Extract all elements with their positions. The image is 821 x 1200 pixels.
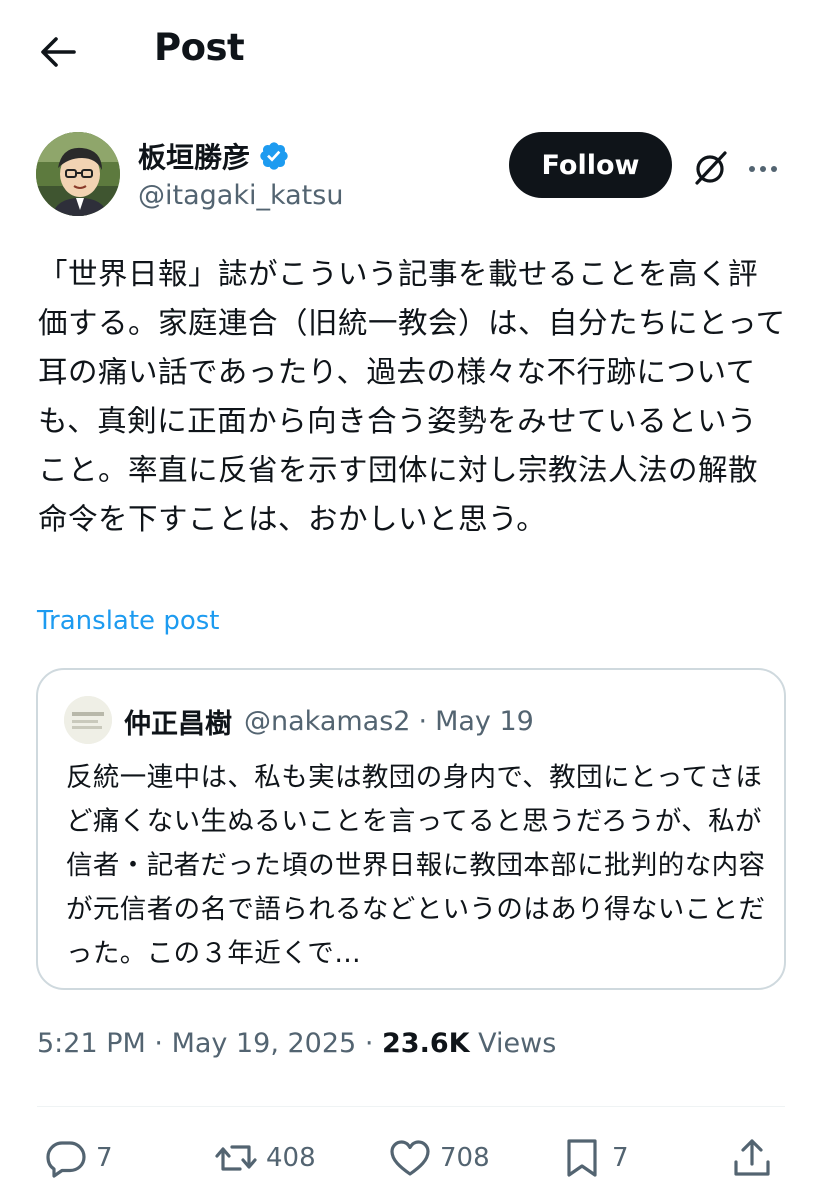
like-count: 708 (440, 1143, 490, 1173)
bookmark-count: 7 (612, 1143, 629, 1173)
heart-icon (390, 1140, 430, 1176)
top-bar: Post (0, 0, 821, 104)
action-bar: 7 408 708 7 (0, 1130, 821, 1186)
more-dots-icon (749, 166, 777, 172)
quote-text: 反統一連中は、私も実は教団の身内で、教団にとってさほど痛くない生ぬるいことを言っ… (66, 762, 766, 969)
share-button[interactable] (730, 1130, 774, 1186)
views-count: 23.6K (382, 1028, 470, 1059)
repost-icon (215, 1145, 257, 1171)
quote-author-name: 仲正昌樹 (124, 709, 232, 740)
bookmark-icon (567, 1139, 597, 1177)
grok-icon (695, 151, 727, 185)
reply-count: 7 (96, 1143, 113, 1173)
repost-button[interactable]: 408 (214, 1130, 316, 1186)
quote-date: May 19 (435, 706, 534, 737)
reply-button[interactable]: 7 (44, 1130, 113, 1186)
quote-avatar-image (64, 696, 112, 744)
share-icon (734, 1139, 770, 1176)
author-handle[interactable]: @itagaki_katsu (138, 180, 343, 211)
avatar-image (36, 132, 120, 216)
page-title: Post (154, 26, 245, 69)
meta-separator: · (154, 1028, 163, 1059)
bookmark-button[interactable]: 7 (560, 1130, 629, 1186)
arrow-left-icon (41, 37, 76, 67)
divider (37, 1106, 785, 1107)
quote-separator: · (418, 706, 428, 737)
translate-post-link[interactable]: Translate post (37, 606, 219, 636)
follow-button[interactable]: Follow (509, 132, 672, 198)
avatar[interactable] (36, 132, 120, 216)
quoted-post[interactable]: 仲正昌樹 @nakamas2 · May 19 反統一連中は、私も実は教団の身内… (36, 668, 786, 990)
verified-badge-icon (260, 142, 288, 170)
like-button[interactable]: 708 (388, 1130, 490, 1186)
post-meta: 5:21 PM · May 19, 2025 · 23.6K Views (37, 1028, 556, 1059)
meta-separator: · (364, 1028, 374, 1059)
post-author: 板垣勝彦 @itagaki_katsu Follow (0, 128, 821, 228)
repost-count: 408 (266, 1143, 316, 1173)
more-options-button[interactable] (746, 152, 780, 186)
grok-button[interactable] (690, 148, 730, 188)
post-text: 「世界日報」誌がこういう記事を載せることを高く評価する。家庭連合（旧統一教会）は… (38, 257, 786, 536)
views-label: Views (478, 1028, 557, 1059)
post-time[interactable]: 5:21 PM (37, 1028, 146, 1059)
quote-avatar (64, 696, 112, 744)
reply-icon (46, 1141, 86, 1178)
post-date[interactable]: May 19, 2025 (172, 1028, 357, 1059)
quote-author-handle: @nakamas2 (244, 706, 411, 737)
back-button[interactable] (36, 30, 80, 74)
author-display-name[interactable]: 板垣勝彦 (138, 136, 250, 176)
